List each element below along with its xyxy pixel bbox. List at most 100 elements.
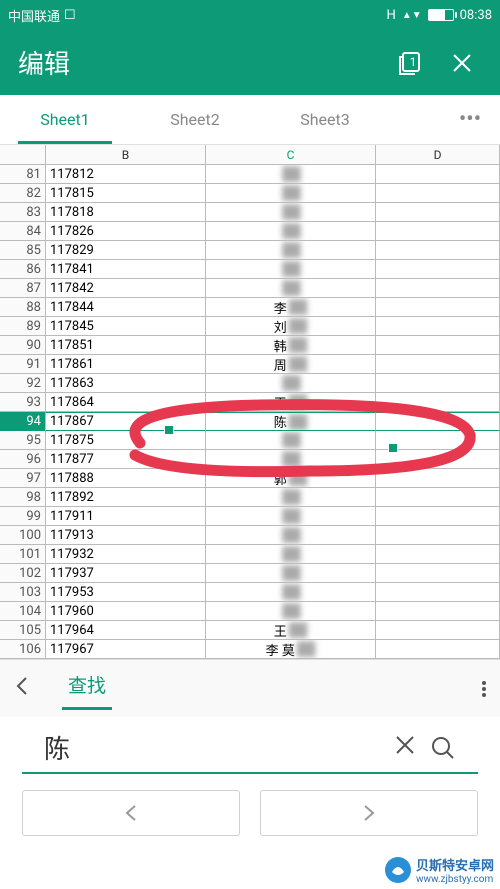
table-row[interactable]: 102117937██ xyxy=(0,564,500,583)
row-header[interactable]: 94 xyxy=(0,412,46,431)
table-row[interactable]: 100117913██ xyxy=(0,526,500,545)
tab-sheet3[interactable]: Sheet3 xyxy=(260,95,390,144)
cell[interactable]: 117845 xyxy=(46,317,206,336)
cell[interactable] xyxy=(376,260,500,279)
row-header[interactable]: 88 xyxy=(0,298,46,317)
cell[interactable] xyxy=(376,393,500,412)
row-header[interactable]: 102 xyxy=(0,564,46,583)
row-header[interactable]: 96 xyxy=(0,450,46,469)
cell[interactable] xyxy=(376,469,500,488)
cell[interactable]: ██ xyxy=(206,184,376,203)
cell[interactable] xyxy=(376,545,500,564)
row-header[interactable]: 85 xyxy=(0,241,46,260)
cell[interactable] xyxy=(376,488,500,507)
cell[interactable]: ██ xyxy=(206,165,376,184)
cell[interactable]: 117864 xyxy=(46,393,206,412)
cell[interactable] xyxy=(376,184,500,203)
cell[interactable]: 郭██ xyxy=(206,469,376,488)
cell[interactable] xyxy=(376,298,500,317)
cell[interactable]: 117967 xyxy=(46,640,206,659)
table-row[interactable]: 89117845刘██ xyxy=(0,317,500,336)
cell[interactable] xyxy=(376,526,500,545)
cell[interactable]: 117888 xyxy=(46,469,206,488)
cell[interactable] xyxy=(376,621,500,640)
table-row[interactable]: 97117888郭██ xyxy=(0,469,500,488)
table-row[interactable]: 92117863██ xyxy=(0,374,500,393)
cell[interactable]: 117875 xyxy=(46,431,206,450)
tab-sheet1[interactable]: Sheet1 xyxy=(0,95,130,144)
col-header-c[interactable]: C xyxy=(206,145,376,165)
clear-search-button[interactable] xyxy=(394,733,416,763)
cell[interactable]: 117812 xyxy=(46,165,206,184)
row-header[interactable]: 87 xyxy=(0,279,46,298)
cell[interactable]: 117829 xyxy=(46,241,206,260)
cell[interactable] xyxy=(376,412,500,431)
cell[interactable]: 韩██ xyxy=(206,336,376,355)
pages-button[interactable]: 1 xyxy=(390,43,430,83)
cell[interactable] xyxy=(376,241,500,260)
corner-cell[interactable] xyxy=(0,145,46,165)
table-row[interactable]: 93117864王██ xyxy=(0,393,500,412)
find-back-button[interactable] xyxy=(14,674,44,704)
cell[interactable]: 117892 xyxy=(46,488,206,507)
cell[interactable] xyxy=(376,640,500,659)
table-row[interactable]: 85117829██ xyxy=(0,241,500,260)
cell[interactable]: 117913 xyxy=(46,526,206,545)
cell[interactable]: 117953 xyxy=(46,583,206,602)
search-submit-button[interactable] xyxy=(430,735,456,761)
cell[interactable]: ██ xyxy=(206,507,376,526)
cell[interactable] xyxy=(376,564,500,583)
col-header-d[interactable]: D xyxy=(376,145,500,165)
selection-handle-left[interactable] xyxy=(164,425,174,435)
cell[interactable]: 117818 xyxy=(46,203,206,222)
cell[interactable] xyxy=(376,336,500,355)
row-header[interactable]: 103 xyxy=(0,583,46,602)
cell[interactable] xyxy=(376,602,500,621)
cell[interactable]: 王██ xyxy=(206,621,376,640)
row-header[interactable]: 101 xyxy=(0,545,46,564)
cell[interactable]: 李██ xyxy=(206,298,376,317)
cell[interactable]: 117841 xyxy=(46,260,206,279)
row-header[interactable]: 84 xyxy=(0,222,46,241)
cell[interactable]: ██ xyxy=(206,222,376,241)
row-header[interactable]: 83 xyxy=(0,203,46,222)
cell[interactable]: ██ xyxy=(206,203,376,222)
table-row[interactable]: 81117812██ xyxy=(0,165,500,184)
row-header[interactable]: 91 xyxy=(0,355,46,374)
cell[interactable]: ██ xyxy=(206,241,376,260)
cell[interactable] xyxy=(376,374,500,393)
col-header-b[interactable]: B xyxy=(46,145,206,165)
cell[interactable] xyxy=(376,165,500,184)
table-row[interactable]: 83117818██ xyxy=(0,203,500,222)
table-row[interactable]: 101117932██ xyxy=(0,545,500,564)
find-more-button[interactable] xyxy=(482,681,486,697)
table-row[interactable]: 91117861周██ xyxy=(0,355,500,374)
cell[interactable] xyxy=(376,583,500,602)
row-header[interactable]: 89 xyxy=(0,317,46,336)
row-header[interactable]: 104 xyxy=(0,602,46,621)
cell[interactable] xyxy=(376,203,500,222)
table-row[interactable]: 99117911██ xyxy=(0,507,500,526)
row-header[interactable]: 86 xyxy=(0,260,46,279)
row-header[interactable]: 98 xyxy=(0,488,46,507)
row-header[interactable]: 93 xyxy=(0,393,46,412)
row-header[interactable]: 95 xyxy=(0,431,46,450)
find-tab[interactable]: 查找 xyxy=(68,671,106,706)
cell[interactable]: 117867 xyxy=(46,412,206,431)
find-prev-button[interactable] xyxy=(22,790,240,836)
cell[interactable]: 117851 xyxy=(46,336,206,355)
cell[interactable]: 王██ xyxy=(206,393,376,412)
cell[interactable]: ██ xyxy=(206,583,376,602)
cell[interactable] xyxy=(376,317,500,336)
cell[interactable]: ██ xyxy=(206,545,376,564)
row-header[interactable]: 90 xyxy=(0,336,46,355)
cell[interactable]: 刘██ xyxy=(206,317,376,336)
cell[interactable]: 117861 xyxy=(46,355,206,374)
cell[interactable]: 陈██ xyxy=(206,412,376,431)
cell[interactable]: ██ xyxy=(206,488,376,507)
cell[interactable]: 李 莫██ xyxy=(206,640,376,659)
cell[interactable]: ██ xyxy=(206,279,376,298)
cell[interactable]: 117826 xyxy=(46,222,206,241)
table-row[interactable]: 94117867陈██ xyxy=(0,412,500,431)
cell[interactable]: 117844 xyxy=(46,298,206,317)
